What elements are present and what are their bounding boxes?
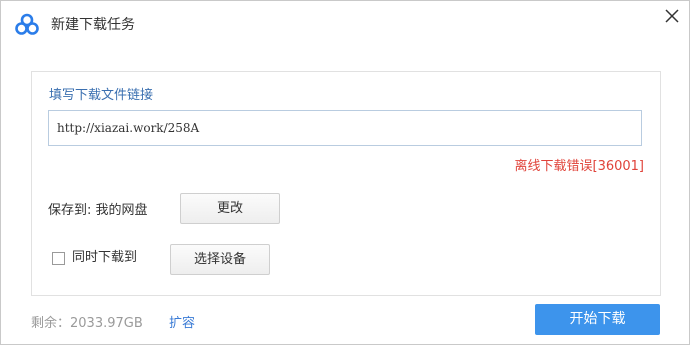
also-download-label[interactable]: 同时下载到	[72, 249, 137, 267]
url-input[interactable]: http://xiazai.work/258A	[48, 110, 642, 146]
title-bar: 新建下载任务	[1, 1, 689, 51]
also-download-checkbox[interactable]	[52, 252, 65, 265]
task-panel: 填写下载文件链接 http://xiazai.work/258A 离线下载错误[…	[31, 71, 661, 296]
baidu-netdisk-cloud-icon	[15, 13, 39, 35]
select-device-button[interactable]: 选择设备	[170, 244, 270, 275]
link-section-label: 填写下载文件链接	[49, 88, 154, 103]
save-location-label: 保存到: 我的网盘	[48, 203, 148, 218]
expand-storage-link[interactable]: 扩容	[169, 315, 195, 333]
dialog-title: 新建下载任务	[51, 17, 135, 33]
change-location-button[interactable]: 更改	[180, 193, 280, 224]
error-message: 离线下载错误[36001]	[514, 159, 645, 174]
remaining-space: 剩余：2033.97GB	[31, 316, 143, 331]
new-download-dialog: 新建下载任务 填写下载文件链接 http://xiazai.work/258A …	[0, 0, 690, 345]
close-icon[interactable]	[659, 3, 685, 29]
start-download-button[interactable]: 开始下载	[535, 304, 660, 335]
